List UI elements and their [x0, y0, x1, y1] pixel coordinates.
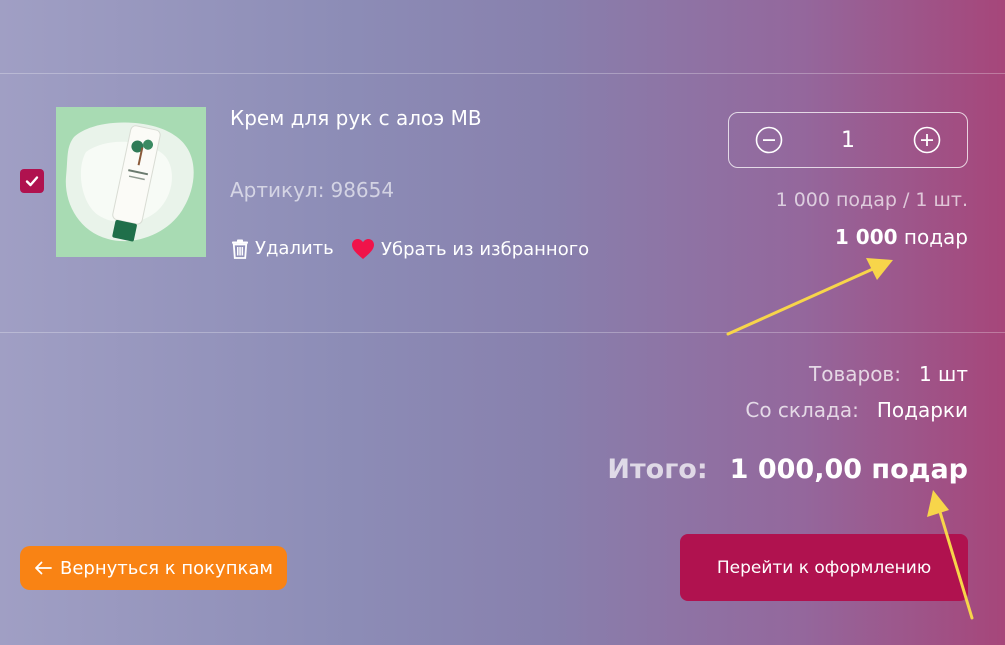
warehouse-label: Со склада: — [745, 398, 859, 422]
back-to-shopping-button[interactable]: Вернуться к покупкам — [20, 546, 287, 590]
checkmark-icon — [25, 176, 39, 187]
warehouse-value: Подарки — [876, 398, 968, 422]
checkout-button[interactable]: Перейти к оформлению — [680, 534, 968, 601]
grand-total-label: Итого: — [607, 454, 708, 485]
items-count-value: 1 шт — [918, 362, 968, 386]
summary-items-row: Товаров: 1 шт — [809, 362, 968, 386]
summary-divider — [0, 332, 1005, 333]
grand-total-value: 1 000,00 подар — [729, 454, 968, 485]
trash-icon — [232, 239, 248, 259]
line-total-amount: 1 000 — [834, 225, 898, 249]
delete-button[interactable]: Удалить — [231, 238, 334, 259]
product-select-checkbox[interactable] — [20, 169, 44, 193]
minus-icon[interactable] — [755, 126, 783, 154]
quantity-value[interactable]: 1 — [828, 128, 868, 153]
unit-price: 1 000 подар / 1 шт. — [775, 189, 968, 211]
plus-icon[interactable] — [913, 126, 941, 154]
quantity-stepper[interactable]: 1 — [728, 112, 968, 168]
line-total: 1 000 подар — [835, 225, 968, 249]
checkout-label: Перейти к оформлению — [716, 557, 932, 578]
heart-icon — [352, 239, 374, 259]
arrow-left-icon — [35, 561, 52, 575]
sku-value: 98654 — [330, 178, 395, 202]
sku-label: Артикул: — [230, 178, 325, 202]
items-count-label: Товаров: — [809, 362, 901, 386]
grand-total: Итого: 1 000,00 подар — [607, 454, 968, 485]
top-divider — [0, 73, 1005, 74]
product-image[interactable] — [56, 107, 206, 257]
delete-label: Удалить — [255, 238, 334, 259]
remove-favorite-label: Убрать из избранного — [381, 238, 590, 260]
back-to-shopping-label: Вернуться к покупкам — [60, 557, 273, 579]
summary-warehouse-row: Со склада: Подарки — [745, 398, 968, 422]
line-total-currency: подар — [903, 225, 968, 249]
annotation-arrow-line-total — [726, 258, 893, 336]
product-sku: Артикул: 98654 — [230, 178, 394, 202]
product-title[interactable]: Крем для рук с алоэ MB — [230, 106, 482, 130]
remove-favorite-button[interactable]: Убрать из избранного — [351, 238, 589, 260]
